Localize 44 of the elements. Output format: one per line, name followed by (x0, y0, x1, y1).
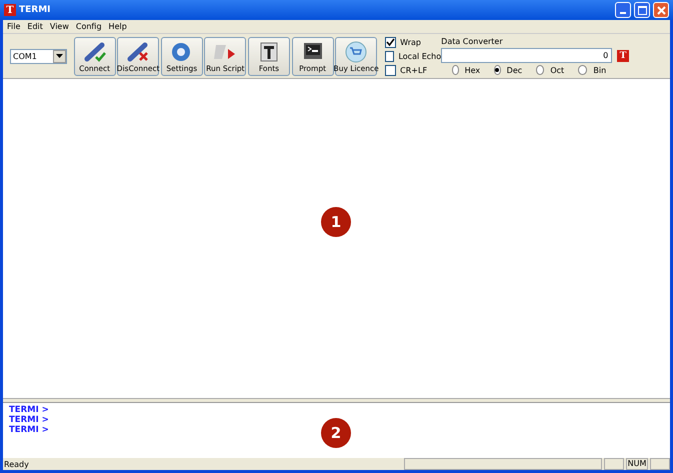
radio-button[interactable] (536, 65, 544, 75)
checkbox-label: CR+LF (400, 66, 428, 74)
checkbox[interactable] (385, 36, 396, 48)
status-text: Ready (3, 460, 29, 468)
window-title: TERMI (19, 5, 51, 15)
radio-button[interactable] (452, 65, 459, 75)
cart-icon (343, 40, 370, 62)
menu-item[interactable]: Config (76, 22, 102, 31)
prompt-line: TERMI > (9, 425, 49, 435)
num-lock-indicator: NUM (626, 458, 648, 470)
checkbox[interactable] (385, 50, 394, 62)
maximize-button[interactable] (634, 2, 650, 18)
prompt-line: TERMI > (9, 415, 49, 425)
radio-button[interactable] (494, 65, 501, 75)
data-converter-field[interactable]: 0 (441, 48, 612, 63)
minimize-button[interactable] (615, 2, 631, 18)
status-pane (650, 458, 670, 470)
app-logo: T (4, 4, 16, 16)
radio-label: Dec (506, 66, 522, 74)
menu-item[interactable]: Edit (27, 22, 43, 31)
radio-label: Bin (593, 66, 606, 74)
connect-icon (82, 40, 108, 62)
callout-badge: 1 (321, 207, 351, 237)
radio-button[interactable] (578, 65, 588, 75)
radio-label: Oct (550, 66, 564, 74)
checkbox-label: Wrap (400, 38, 421, 46)
prompt-line: TERMI > (9, 405, 49, 415)
minimize-icon (620, 12, 626, 14)
port-dropdown[interactable]: COM1 (10, 48, 67, 64)
checkbox-label: Local Echo (398, 52, 442, 60)
menu-item[interactable]: Help (108, 22, 127, 31)
status-pane (604, 458, 624, 470)
close-button[interactable] (653, 2, 669, 18)
data-converter-label: Data Converter (441, 37, 504, 46)
callout-badge: 2 (321, 418, 351, 448)
menu-item[interactable]: File (7, 22, 20, 31)
caret-icon (53, 50, 66, 62)
input-area[interactable]: TERMI > TERMI > TERMI > 2 (3, 402, 670, 458)
menu-item[interactable]: View (50, 22, 69, 31)
close-icon (656, 6, 666, 14)
convert-button[interactable]: T (617, 50, 630, 62)
maximize-icon (638, 6, 646, 14)
checkbox[interactable] (385, 64, 396, 76)
radio-label: Hex (464, 66, 480, 74)
